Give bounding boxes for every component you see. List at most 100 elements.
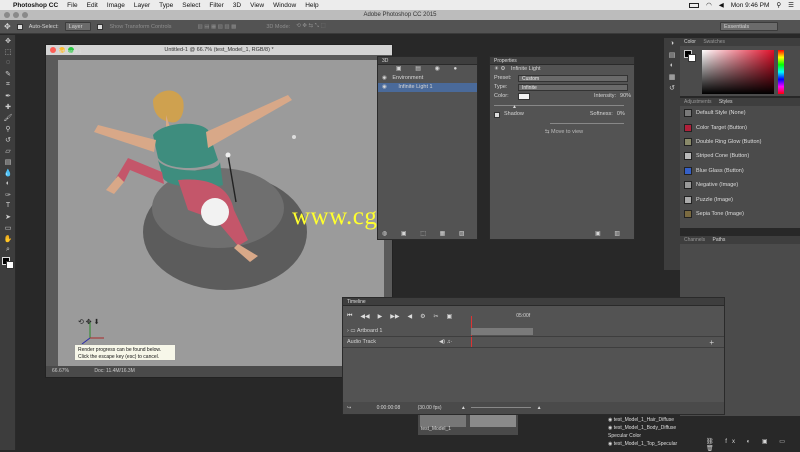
properties-footer-icons[interactable]: ▣ ▥ — [595, 230, 626, 237]
menu-type[interactable]: Type — [159, 2, 173, 9]
style-item[interactable]: Default Style (None) — [680, 106, 800, 120]
style-item[interactable]: Blue Glass (Button) — [680, 164, 800, 178]
adjustments-panel-icon[interactable]: ◐ — [664, 60, 680, 71]
marquee-tool-icon[interactable]: ⬚ — [0, 46, 16, 57]
blur-tool-icon[interactable]: 💧 — [0, 167, 16, 178]
menu-filter[interactable]: Filter — [209, 2, 223, 9]
move-to-view-button[interactable]: ⇆ Move to view — [490, 128, 634, 137]
tab-adjustments[interactable]: Adjustments — [684, 99, 712, 105]
mute-icon[interactable]: ◀ — [408, 313, 413, 320]
timeline-zoom-slider[interactable] — [471, 407, 532, 409]
style-item[interactable]: Sepia Tone (Image) — [680, 207, 800, 221]
menu-window[interactable]: Window — [273, 2, 296, 9]
auto-select-checkbox[interactable] — [16, 23, 23, 30]
eye-icon[interactable]: ◉ — [382, 84, 387, 90]
styles-panel-icon[interactable]: ▦ — [664, 71, 680, 82]
volume-icon[interactable]: ◀ — [719, 1, 724, 9]
track-audio[interactable]: Audio Track ◀) ♫· — [343, 337, 724, 348]
path-select-icon[interactable]: ➤ — [0, 211, 16, 222]
brush-tool-icon[interactable]: 🖌 — [0, 112, 16, 123]
show-transform-checkbox[interactable] — [97, 23, 104, 30]
style-item[interactable]: Color Target (Button) — [680, 120, 800, 134]
style-item[interactable]: Negative (Image) — [680, 178, 800, 192]
panel-3d-item-infinite-light[interactable]: ◉ Infinite Light 1 — [378, 83, 477, 92]
expand-icon[interactable]: › — [347, 328, 349, 334]
timecode[interactable]: 0:00:00:08 — [377, 405, 401, 411]
rectangle-tool-icon[interactable]: ▭ — [0, 222, 16, 233]
zoom-mountain-small-icon[interactable]: ▲ — [461, 405, 466, 411]
auto-select-dropdown[interactable]: Layer — [64, 22, 92, 31]
move-tool-icon[interactable]: ✥ — [0, 35, 16, 46]
panel-3d-item-environment[interactable]: ◉ Environment — [378, 74, 477, 83]
hand-tool-icon[interactable]: ✋ — [0, 233, 16, 244]
history-panel-icon[interactable]: ↺ — [664, 82, 680, 93]
battery-icon[interactable] — [689, 2, 700, 8]
gradient-tool-icon[interactable]: ▤ — [0, 156, 16, 167]
next-frame-icon[interactable]: ▶▶ — [390, 313, 399, 320]
zoom-tool-icon[interactable]: ⌕ — [0, 244, 16, 255]
menu-file[interactable]: File — [67, 2, 77, 9]
tab-styles[interactable]: Styles — [719, 99, 733, 105]
eraser-tool-icon[interactable]: ▱ — [0, 145, 16, 156]
properties-panel-icon[interactable]: ▤ — [664, 49, 680, 60]
panel-3d-tab[interactable]: 3D — [378, 57, 477, 65]
zoom-icon[interactable] — [22, 12, 28, 18]
play-icon[interactable]: ▶ — [378, 313, 383, 320]
fg-bg-swatch[interactable] — [684, 50, 696, 62]
intensity-value[interactable]: 90% — [620, 92, 631, 101]
clock-text[interactable]: Mon 9:46 PM — [731, 2, 770, 9]
color-spectrum[interactable] — [702, 50, 774, 94]
doc-size[interactable]: Doc: 11.4M/16.3M — [94, 368, 134, 374]
first-frame-icon[interactable]: ⏮ — [347, 313, 352, 320]
dodge-tool-icon[interactable]: ◐ — [0, 178, 16, 189]
menu-layer[interactable]: Layer — [134, 2, 150, 9]
prev-frame-icon[interactable]: ◀◀ — [360, 313, 369, 320]
menu-3d[interactable]: 3D — [233, 2, 241, 9]
layer-row-body[interactable]: ◉ test_Model_1_Body_Diffuse — [606, 424, 726, 432]
close-icon[interactable] — [4, 12, 10, 18]
preset-dropdown[interactable]: Custom — [518, 75, 628, 82]
close-document-icon[interactable] — [50, 47, 56, 53]
menu-select[interactable]: Select — [182, 2, 200, 9]
softness-value[interactable]: 0% — [617, 110, 625, 119]
workspace-switcher[interactable]: Essentials — [720, 22, 778, 31]
track-artboard[interactable]: › ▭ Artboard 1 — [343, 326, 724, 337]
zoom-mountain-large-icon[interactable]: ▲ — [537, 405, 542, 411]
foreground-background-color-icon[interactable] — [0, 255, 16, 271]
crop-tool-icon[interactable]: ⌗ — [0, 79, 16, 90]
eye-icon[interactable]: ◉ — [382, 75, 387, 81]
move-tool-icon[interactable]: ✥ — [4, 22, 11, 31]
search-icon[interactable]: ⚲ — [776, 1, 781, 9]
panel-3d-footer-icons[interactable]: ◍ ▣ ⬚ ▦ ▨ — [382, 230, 471, 237]
style-item[interactable]: Puzzle (Image) — [680, 192, 800, 206]
menu-image[interactable]: Image — [107, 2, 125, 9]
intensity-slider[interactable]: ▲ — [490, 101, 634, 110]
menu-app-name[interactable]: Photoshop CC — [13, 2, 58, 9]
transition-icon[interactable]: ▣ — [447, 313, 453, 320]
tab-swatches[interactable]: Swatches — [703, 39, 725, 45]
add-track-icon[interactable]: + — [709, 338, 714, 347]
menu-help[interactable]: Help — [305, 2, 318, 9]
type-dropdown[interactable]: Infinite — [518, 84, 628, 91]
panel-3d-filter-icons[interactable]: ▣ ▤ ◉ ● — [378, 65, 477, 74]
mode-3d-icons[interactable]: ⟲ ✥ ⇆ ⤡ ⬚ — [296, 23, 326, 30]
eyedropper-tool-icon[interactable]: ✒ — [0, 90, 16, 101]
wifi-icon[interactable]: ◠ — [706, 1, 712, 9]
style-item[interactable]: Striped Cone (Button) — [680, 149, 800, 163]
tab-channels[interactable]: Channels — [684, 237, 705, 243]
render-video-icon[interactable]: ↪ — [347, 405, 351, 411]
quick-select-tool-icon[interactable]: ✎ — [0, 68, 16, 79]
lasso-tool-icon[interactable]: ◌ — [0, 57, 16, 68]
3d-camera-controls[interactable]: ⟲ ✥ ⬇ — [78, 318, 100, 326]
clone-stamp-icon[interactable]: ⚲ — [0, 123, 16, 134]
menu-view[interactable]: View — [250, 2, 264, 9]
zoom-level[interactable]: 66.67% — [52, 368, 69, 374]
minimize-icon[interactable] — [13, 12, 19, 18]
history-brush-icon[interactable]: ↺ — [0, 134, 16, 145]
timeline-tab[interactable]: Timeline — [343, 298, 724, 306]
pen-tool-icon[interactable]: ✑ — [0, 189, 16, 200]
document-title-bar[interactable]: Untitled-1 @ 66.7% (test_Model_1, RGB/8)… — [46, 45, 392, 55]
shadow-checkbox[interactable] — [494, 111, 500, 118]
hue-slider[interactable] — [778, 50, 784, 94]
style-item[interactable]: Double Ring Glow (Button) — [680, 135, 800, 149]
